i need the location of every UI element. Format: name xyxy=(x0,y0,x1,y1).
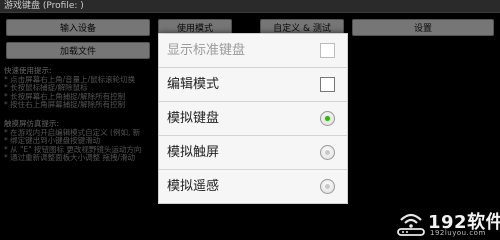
option-label: 显示标准键盘 xyxy=(167,43,246,58)
simulate-touchscreen-radio[interactable] xyxy=(320,145,335,160)
simulate-joystick-radio[interactable] xyxy=(320,179,335,194)
option-simulate-keyboard[interactable]: 模拟键盘 xyxy=(159,102,347,136)
option-simulate-touchscreen[interactable]: 模拟触屏 xyxy=(159,136,347,170)
show-standard-keyboard-checkbox[interactable] xyxy=(320,43,335,58)
option-label: 编辑模式 xyxy=(167,77,220,92)
watermark: 192软件站 192luyou.com xyxy=(392,207,500,239)
watermark-url: 192luyou.com xyxy=(430,229,486,237)
option-show-standard-keyboard[interactable]: 显示标准键盘 xyxy=(159,34,347,68)
option-simulate-joystick[interactable]: 模拟遥感 xyxy=(159,170,347,204)
wifi-router-icon xyxy=(397,213,425,236)
window-title: 游戏键盘 (Profile: ) xyxy=(0,0,500,13)
option-label: 模拟遥感 xyxy=(167,179,220,194)
simulate-keyboard-radio[interactable] xyxy=(320,111,335,126)
option-label: 模拟触屏 xyxy=(167,145,220,160)
edit-mode-checkbox[interactable] xyxy=(320,77,335,92)
option-edit-mode[interactable]: 编辑模式 xyxy=(159,68,347,102)
mode-dialog: 显示标准键盘 编辑模式 模拟键盘 模拟触屏 模拟遥感 xyxy=(158,33,348,204)
option-label: 模拟键盘 xyxy=(167,111,220,126)
